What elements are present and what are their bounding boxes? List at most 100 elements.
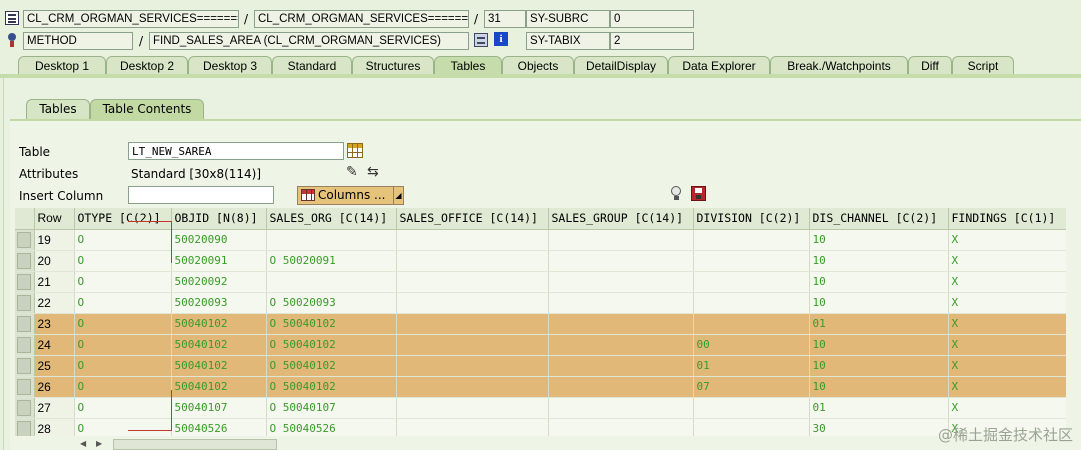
- sales-office-cell[interactable]: [396, 418, 549, 436]
- row-selector-box[interactable]: [17, 399, 32, 416]
- dis-channel-cell[interactable]: 10: [809, 355, 949, 377]
- otype-cell[interactable]: O: [74, 418, 172, 436]
- sales-org-cell[interactable]: O 50040102: [266, 355, 397, 377]
- division-cell[interactable]: 07: [693, 376, 810, 398]
- objid-cell[interactable]: 50040102: [171, 376, 267, 398]
- table-row[interactable]: 21 O 50020092 10 X: [15, 271, 1066, 293]
- row-selector[interactable]: [15, 355, 35, 377]
- table-row[interactable]: 26 O 50040102 O 50040102 07 10 X: [15, 376, 1066, 398]
- sales-group-cell[interactable]: [548, 229, 694, 251]
- tab-desktop-1[interactable]: Desktop 1: [18, 56, 106, 74]
- objid-cell[interactable]: 50020090: [171, 229, 267, 251]
- sales-org-cell[interactable]: O 50040526: [266, 418, 397, 436]
- table-row[interactable]: 27 O 50040107 O 50040107 01 X: [15, 397, 1066, 419]
- table-row[interactable]: 24 O 50040102 O 50040102 00 10 X: [15, 334, 1066, 356]
- table-contents-grid[interactable]: Row OTYPE [C(2)] OBJID [N(8)] SALES_ORG …: [15, 208, 1066, 436]
- sales-group-cell[interactable]: [548, 292, 694, 314]
- sales-group-cell[interactable]: [548, 376, 694, 398]
- tab-detaildisplay[interactable]: DetailDisplay: [574, 56, 668, 74]
- row-number[interactable]: 23: [34, 313, 75, 335]
- otype-cell[interactable]: O: [74, 250, 172, 272]
- subtab-table-contents[interactable]: Table Contents: [90, 99, 204, 119]
- otype-cell[interactable]: O: [74, 334, 172, 356]
- division-cell[interactable]: [693, 397, 810, 419]
- objid-cell[interactable]: 50040102: [171, 355, 267, 377]
- sales-org-cell[interactable]: O 50040102: [266, 334, 397, 356]
- dis-channel-cell[interactable]: 10: [809, 334, 949, 356]
- tab-desktop-3[interactable]: Desktop 3: [188, 56, 272, 74]
- scroll-left-arrow[interactable]: ◀: [80, 439, 86, 448]
- dis-channel-cell[interactable]: 10: [809, 376, 949, 398]
- tab-diff[interactable]: Diff: [908, 56, 952, 74]
- dis-channel-cell[interactable]: 10: [809, 250, 949, 272]
- findings-cell[interactable]: X: [948, 292, 1066, 314]
- otype-cell[interactable]: O: [74, 355, 172, 377]
- division-cell[interactable]: [693, 229, 810, 251]
- objid-cell[interactable]: 50040526: [171, 418, 267, 436]
- findings-cell[interactable]: X: [948, 376, 1066, 398]
- scroll-right-arrow[interactable]: ▶: [96, 439, 102, 448]
- row-selector-box[interactable]: [17, 252, 32, 269]
- division-cell[interactable]: 01: [693, 355, 810, 377]
- subtab-tables[interactable]: Tables: [26, 99, 90, 119]
- sales-org-cell[interactable]: O 50040102: [266, 313, 397, 335]
- objid-cell[interactable]: 50020093: [171, 292, 267, 314]
- tab-desktop-2[interactable]: Desktop 2: [106, 56, 188, 74]
- dropdown-icon[interactable]: ◢: [393, 187, 403, 204]
- dis-channel-cell[interactable]: 10: [809, 229, 949, 251]
- objid-cell[interactable]: 50020091: [171, 250, 267, 272]
- sales-org-cell[interactable]: O 50040102: [266, 376, 397, 398]
- insert-column-input[interactable]: [128, 186, 274, 204]
- division-cell[interactable]: [693, 292, 810, 314]
- division-cell[interactable]: [693, 250, 810, 272]
- sales-group-cell[interactable]: [548, 334, 694, 356]
- sales-office-cell[interactable]: [396, 397, 549, 419]
- sales-org-cell[interactable]: O 50020093: [266, 292, 397, 314]
- row-selector-box[interactable]: [17, 315, 32, 332]
- objid-cell[interactable]: 50020092: [171, 271, 267, 293]
- table-row[interactable]: 25 O 50040102 O 50040102 01 10 X: [15, 355, 1066, 377]
- otype-cell[interactable]: O: [74, 271, 172, 293]
- table-input[interactable]: LT_NEW_SAREA: [128, 142, 344, 160]
- columns-button[interactable]: Columns ... ◢: [297, 186, 404, 205]
- horizontal-scrollbar[interactable]: [113, 439, 277, 450]
- column-header[interactable]: DIS_CHANNEL [C(2)]: [809, 208, 949, 230]
- row-selector-box[interactable]: [17, 336, 32, 353]
- row-number[interactable]: 19: [34, 229, 75, 251]
- sales-group-cell[interactable]: [548, 250, 694, 272]
- row-selector[interactable]: [15, 418, 35, 436]
- navigate-icon[interactable]: ⇆: [367, 164, 385, 180]
- row-selector-box[interactable]: [17, 420, 32, 436]
- row-selector[interactable]: [15, 250, 35, 272]
- sales-office-cell[interactable]: [396, 376, 549, 398]
- row-selector[interactable]: [15, 271, 35, 293]
- sales-office-cell[interactable]: [396, 313, 549, 335]
- dis-channel-cell[interactable]: 30: [809, 418, 949, 436]
- column-header[interactable]: FINDINGS [C(1)]: [948, 208, 1066, 230]
- column-header[interactable]: OTYPE [C(2)]: [74, 208, 172, 230]
- lamp-icon[interactable]: [670, 186, 682, 202]
- sales-office-cell[interactable]: [396, 250, 549, 272]
- sales-office-cell[interactable]: [396, 229, 549, 251]
- division-cell[interactable]: [693, 418, 810, 436]
- tab-data-explorer[interactable]: Data Explorer: [668, 56, 770, 74]
- dis-channel-cell[interactable]: 10: [809, 271, 949, 293]
- division-cell[interactable]: [693, 313, 810, 335]
- row-selector-box[interactable]: [17, 231, 32, 248]
- column-header[interactable]: SALES_GROUP [C(14)]: [548, 208, 694, 230]
- row-selector[interactable]: [15, 292, 35, 314]
- sales-org-cell[interactable]: [266, 271, 397, 293]
- division-cell[interactable]: 00: [693, 334, 810, 356]
- column-header[interactable]: OBJID [N(8)]: [171, 208, 267, 230]
- table-row[interactable]: 20 O 50020091 O 50020091 10 X: [15, 250, 1066, 272]
- objid-cell[interactable]: 50040107: [171, 397, 267, 419]
- sales-group-cell[interactable]: [548, 397, 694, 419]
- row-number[interactable]: 20: [34, 250, 75, 272]
- row-selector-box[interactable]: [17, 294, 32, 311]
- findings-cell[interactable]: X: [948, 271, 1066, 293]
- dis-channel-cell[interactable]: 01: [809, 313, 949, 335]
- column-header[interactable]: DIVISION [C(2)]: [693, 208, 810, 230]
- findings-cell[interactable]: X: [948, 397, 1066, 419]
- row-selector[interactable]: [15, 313, 35, 335]
- sales-group-cell[interactable]: [548, 313, 694, 335]
